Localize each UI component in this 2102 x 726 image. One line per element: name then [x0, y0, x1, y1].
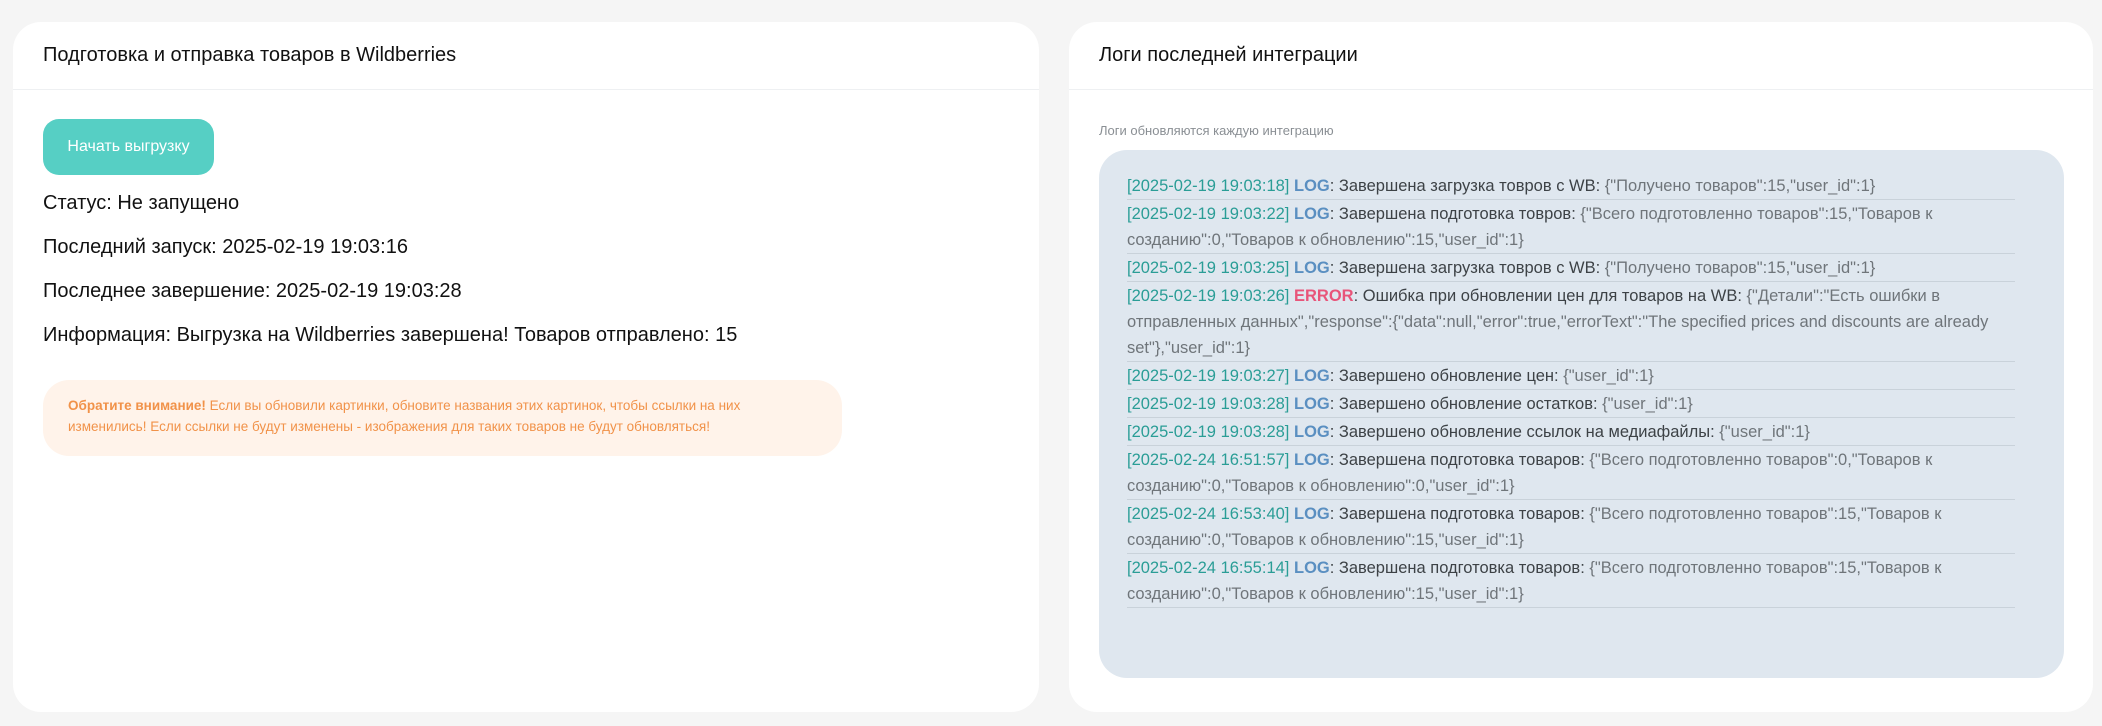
log-entry: [2025-02-24 16:51:57] LOG: Завершена под… [1127, 446, 2015, 500]
status-text: Статус: Не запущено [43, 192, 240, 214]
log-payload: {"Получено товаров":15,"user_id":1} [1604, 177, 1876, 195]
log-entry: [2025-02-19 19:03:26] ERROR: Ошибка при … [1127, 282, 2015, 362]
log-payload: {"user_id":1} [1719, 423, 1810, 441]
log-level: LOG [1293, 395, 1330, 413]
log-entry: [2025-02-19 19:03:28] LOG: Завершено обн… [1127, 418, 2015, 446]
log-level: LOG [1293, 505, 1330, 523]
last-start-text: Последний запуск: 2025-02-19 19:03:16 [43, 236, 408, 258]
log-message: : Ошибка при обновлении цен для товаров … [1353, 287, 1747, 305]
upload-card-title: Подготовка и отправка товаров в Wildberr… [13, 22, 1039, 90]
upload-card-body: Начать выгрузку Статус: Не запущено Посл… [13, 90, 1039, 456]
log-level: LOG [1293, 205, 1330, 223]
log-payload: {"user_id":1} [1563, 367, 1654, 385]
log-timestamp: [2025-02-19 19:03:18] [1127, 177, 1290, 195]
log-entry: [2025-02-19 19:03:25] LOG: Завершена заг… [1127, 254, 2015, 282]
log-message: : Завершена подготовка товров: [1329, 205, 1581, 223]
last-finish-text: Последнее завершение: 2025-02-19 19:03:2… [43, 280, 462, 302]
logs-panel: [2025-02-19 19:03:18] LOG: Завершена заг… [1099, 150, 2064, 678]
log-message: : Завершена загрузка товров с WB: [1329, 177, 1605, 195]
log-message: : Завершена подготовка товаров: [1329, 505, 1590, 523]
log-timestamp: [2025-02-19 19:03:28] [1127, 423, 1290, 441]
log-timestamp: [2025-02-19 19:03:27] [1127, 367, 1290, 385]
logs-card-body: Логи обновляются каждую интеграцию [2025… [1069, 90, 2093, 678]
log-level: LOG [1293, 559, 1330, 577]
log-level: LOG [1293, 367, 1330, 385]
log-entry: [2025-02-19 19:03:27] LOG: Завершено обн… [1127, 362, 2015, 390]
log-message: : Завершено обновление цен: [1329, 367, 1564, 385]
logs-card-title: Логи последней интеграции [1069, 22, 2093, 90]
log-level: LOG [1293, 451, 1330, 469]
log-timestamp: [2025-02-24 16:53:40] [1127, 505, 1290, 523]
log-timestamp: [2025-02-19 19:03:28] [1127, 395, 1290, 413]
log-level: LOG [1293, 177, 1330, 195]
log-level: LOG [1293, 423, 1330, 441]
info-text: Информация: Выгрузка на Wildberries заве… [43, 324, 738, 346]
log-timestamp: [2025-02-19 19:03:22] [1127, 205, 1290, 223]
log-timestamp: [2025-02-19 19:03:25] [1127, 259, 1290, 277]
log-message: : Завершена подготовка товаров: [1329, 559, 1590, 577]
log-message: : Завершена загрузка товров с WB: [1329, 259, 1605, 277]
warning-notice: Обратите внимание! Если вы обновили карт… [43, 380, 842, 456]
upload-card: Подготовка и отправка товаров в Wildberr… [13, 22, 1039, 712]
log-entry: [2025-02-19 19:03:28] LOG: Завершено обн… [1127, 390, 2015, 418]
log-entry: [2025-02-24 16:55:14] LOG: Завершена под… [1127, 554, 2015, 608]
log-level-error: ERROR [1293, 287, 1354, 305]
log-payload: {"Получено товаров":15,"user_id":1} [1604, 259, 1876, 277]
log-payload: {"user_id":1} [1602, 395, 1693, 413]
log-message: : Завершено обновление ссылок на медиафа… [1329, 423, 1720, 441]
log-entry: [2025-02-19 19:03:22] LOG: Завершена под… [1127, 200, 2015, 254]
log-entry: [2025-02-24 16:53:40] LOG: Завершена под… [1127, 500, 2015, 554]
warning-bold: Обратите внимание! [68, 398, 206, 413]
start-upload-button[interactable]: Начать выгрузку [43, 119, 214, 175]
log-message: : Завершена подготовка товаров: [1329, 451, 1590, 469]
log-timestamp: [2025-02-24 16:55:14] [1127, 559, 1290, 577]
log-level: LOG [1293, 259, 1330, 277]
log-message: : Завершено обновление остатков: [1329, 395, 1603, 413]
log-entry: [2025-02-19 19:03:18] LOG: Завершена заг… [1127, 172, 2015, 200]
log-timestamp: [2025-02-24 16:51:57] [1127, 451, 1290, 469]
logs-subtitle: Логи обновляются каждую интеграцию [1099, 123, 1334, 138]
logs-card: Логи последней интеграции Логи обновляют… [1069, 22, 2093, 712]
log-timestamp: [2025-02-19 19:03:26] [1127, 287, 1290, 305]
